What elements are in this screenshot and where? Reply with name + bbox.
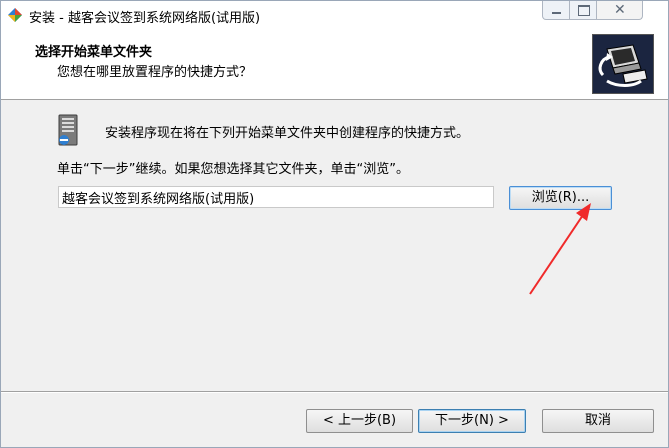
browse-button[interactable]: 浏览(R)...: [509, 186, 612, 210]
close-icon: ✕: [614, 2, 626, 18]
footer-divider: [1, 391, 668, 393]
next-button[interactable]: 下一步(N) >: [418, 409, 526, 433]
minimize-button[interactable]: [542, 1, 570, 20]
minimize-icon: [552, 12, 561, 14]
window-title: 安装 - 越客会议签到系统网络版(试用版): [29, 11, 261, 26]
hint-text: 单击“下一步”继续。如果您想选择其它文件夹，单击“浏览”。: [57, 162, 409, 177]
title-bar[interactable]: 安装 - 越客会议签到系统网络版(试用版) ✕: [1, 1, 668, 29]
wizard-body: 安装程序现在将在下列开始菜单文件夹中创建程序的快捷方式。 单击“下一步”继续。如…: [1, 100, 668, 390]
maximize-icon: [578, 5, 590, 16]
start-menu-folder-input[interactable]: [58, 186, 494, 208]
maximize-button[interactable]: [569, 1, 597, 20]
wizard-header: 选择开始菜单文件夹 您想在哪里放置程序的快捷方式？: [1, 29, 668, 100]
computer-setup-image: [592, 34, 654, 94]
page-title: 选择开始菜单文件夹: [35, 45, 153, 60]
page-subtitle: 您想在哪里放置程序的快捷方式？: [57, 65, 253, 80]
intro-text: 安装程序现在将在下列开始菜单文件夹中创建程序的快捷方式。: [105, 126, 470, 141]
back-button[interactable]: < 上一步(B): [306, 409, 413, 433]
installer-icon: [8, 8, 22, 22]
cancel-button[interactable]: 取消: [542, 409, 654, 433]
close-button[interactable]: ✕: [596, 1, 643, 20]
installer-window: 安装 - 越客会议签到系统网络版(试用版) ✕ 选择开始菜单文件夹 您想在哪里放…: [0, 0, 669, 448]
start-menu-folder-icon: [58, 114, 78, 146]
